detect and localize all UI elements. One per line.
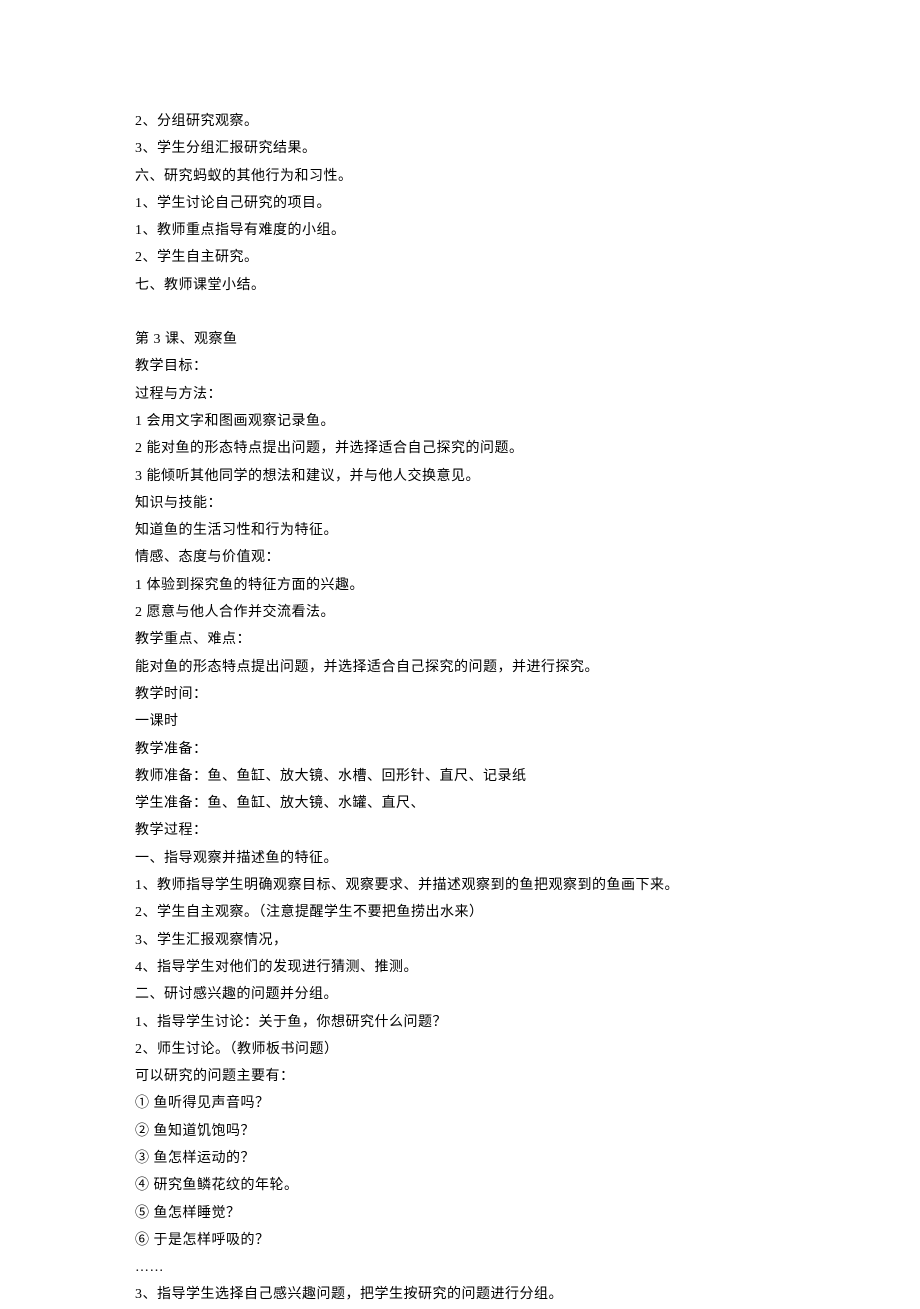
text-line: 七、教师课堂小结。 bbox=[135, 272, 820, 299]
text-line: 学生准备：鱼、鱼缸、放大镜、水罐、直尺、 bbox=[135, 790, 820, 817]
text-line: 2、学生自主研究。 bbox=[135, 244, 820, 271]
text-line: 1、教师重点指导有难度的小组。 bbox=[135, 217, 820, 244]
text-line: 3 能倾听其他同学的想法和建议，并与他人交换意见。 bbox=[135, 463, 820, 490]
list-item: ① 鱼听得见声音吗？ bbox=[135, 1090, 820, 1117]
text-line: 一、指导观察并描述鱼的特征。 bbox=[135, 845, 820, 872]
lesson-title: 第 3 课、观察鱼 bbox=[135, 326, 820, 353]
text-line: 能对鱼的形态特点提出问题，并选择适合自己探究的问题，并进行探究。 bbox=[135, 654, 820, 681]
text-line: 2、分组研究观察。 bbox=[135, 108, 820, 135]
text-line: 3、指导学生选择自己感兴趣问题，把学生按研究的问题进行分组。 bbox=[135, 1281, 820, 1308]
list-item: ④ 研究鱼鳞花纹的年轮。 bbox=[135, 1172, 820, 1199]
list-item: ③ 鱼怎样运动的？ bbox=[135, 1145, 820, 1172]
section-heading: 过程与方法： bbox=[135, 381, 820, 408]
section-heading: 教学重点、难点： bbox=[135, 626, 820, 653]
text-line: 1、指导学生讨论：关于鱼，你想研究什么问题？ bbox=[135, 1009, 820, 1036]
text-line: 1、教师指导学生明确观察目标、观察要求、并描述观察到的鱼把观察到的鱼画下来。 bbox=[135, 872, 820, 899]
section-heading: 教学准备： bbox=[135, 736, 820, 763]
text-line: 二、研讨感兴趣的问题并分组。 bbox=[135, 981, 820, 1008]
text-line: 1、学生讨论自己研究的项目。 bbox=[135, 190, 820, 217]
text-line: 教师准备：鱼、鱼缸、放大镜、水槽、回形针、直尺、记录纸 bbox=[135, 763, 820, 790]
text-line: 2、师生讨论。（教师板书问题） bbox=[135, 1036, 820, 1063]
text-line: 可以研究的问题主要有： bbox=[135, 1063, 820, 1090]
list-item: ② 鱼知道饥饱吗？ bbox=[135, 1118, 820, 1145]
section-heading: 教学目标： bbox=[135, 353, 820, 380]
text-line: 一课时 bbox=[135, 708, 820, 735]
section-heading: 教学过程： bbox=[135, 817, 820, 844]
section-heading: 知识与技能： bbox=[135, 490, 820, 517]
text-line: 2、学生自主观察。（注意提醒学生不要把鱼捞出水来） bbox=[135, 899, 820, 926]
document-body: 2、分组研究观察。 3、学生分组汇报研究结果。 六、研究蚂蚁的其他行为和习性。 … bbox=[135, 108, 820, 1309]
ellipsis-line: …… bbox=[135, 1254, 820, 1281]
text-line: 知道鱼的生活习性和行为特征。 bbox=[135, 517, 820, 544]
text-line: 六、研究蚂蚁的其他行为和习性。 bbox=[135, 163, 820, 190]
section-heading: 教学时间： bbox=[135, 681, 820, 708]
blank-line bbox=[135, 299, 820, 326]
list-item: ⑥ 于是怎样呼吸的？ bbox=[135, 1227, 820, 1254]
section-heading: 情感、态度与价值观： bbox=[135, 544, 820, 571]
text-line: 4、指导学生对他们的发现进行猜测、推测。 bbox=[135, 954, 820, 981]
text-line: 2 愿意与他人合作并交流看法。 bbox=[135, 599, 820, 626]
text-line: 3、学生分组汇报研究结果。 bbox=[135, 135, 820, 162]
list-item: ⑤ 鱼怎样睡觉？ bbox=[135, 1200, 820, 1227]
text-line: 1 会用文字和图画观察记录鱼。 bbox=[135, 408, 820, 435]
text-line: 1 体验到探究鱼的特征方面的兴趣。 bbox=[135, 572, 820, 599]
text-line: 3、学生汇报观察情况， bbox=[135, 927, 820, 954]
text-line: 2 能对鱼的形态特点提出问题，并选择适合自己探究的问题。 bbox=[135, 435, 820, 462]
